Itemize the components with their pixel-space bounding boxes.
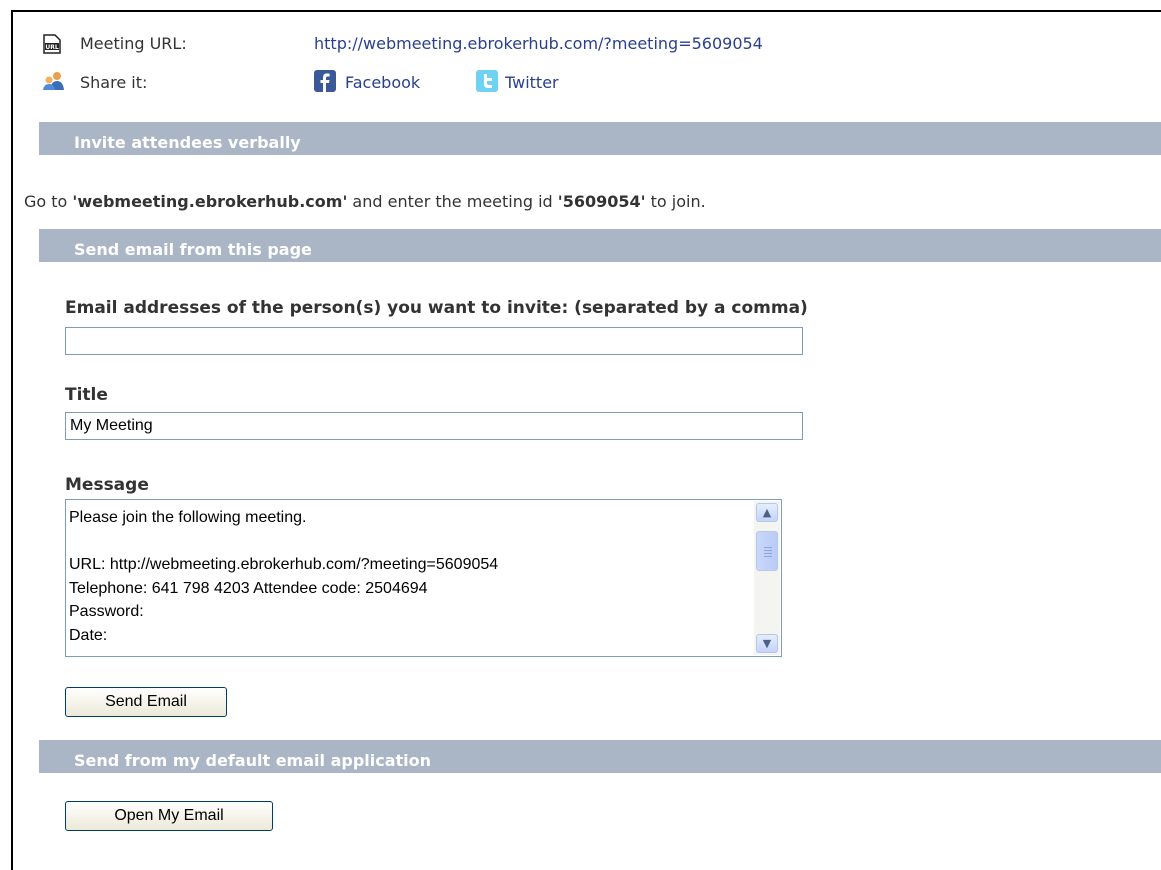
twitter-link[interactable]: Twitter bbox=[505, 73, 559, 92]
email-addresses-input[interactable] bbox=[65, 327, 803, 355]
message-label: Message bbox=[65, 475, 149, 495]
open-my-email-button[interactable]: Open My Email bbox=[65, 801, 273, 831]
url-icon: URL bbox=[42, 34, 62, 58]
svg-text:URL: URL bbox=[45, 44, 58, 51]
scroll-thumb[interactable] bbox=[756, 531, 778, 571]
section-header-default-app: Send from my default email application bbox=[39, 740, 1161, 773]
message-textarea[interactable]: Please join the following meeting. URL: … bbox=[65, 499, 782, 657]
verbal-site: 'webmeeting.ebrokerhub.com' bbox=[72, 192, 348, 211]
verbal-instructions: Go to 'webmeeting.ebrokerhub.com' and en… bbox=[24, 192, 706, 211]
twitter-icon[interactable] bbox=[476, 70, 498, 96]
meeting-url-link[interactable]: http://webmeeting.ebrokerhub.com/?meetin… bbox=[314, 34, 763, 53]
title-label: Title bbox=[65, 385, 108, 405]
message-scrollbar[interactable]: ▲ ▼ bbox=[754, 501, 780, 655]
verbal-meeting-id: '5609054' bbox=[557, 192, 646, 211]
scroll-down-icon[interactable]: ▼ bbox=[756, 634, 778, 653]
verbal-text-1: Go to bbox=[24, 192, 73, 211]
section-header-verbal: Invite attendees verbally bbox=[39, 122, 1161, 155]
verbal-text-3: to join. bbox=[645, 192, 706, 211]
share-people-icon bbox=[42, 71, 66, 95]
facebook-icon[interactable] bbox=[314, 70, 336, 96]
meeting-url-label: Meeting URL: bbox=[80, 34, 187, 53]
share-label: Share it: bbox=[80, 73, 148, 92]
message-text[interactable]: Please join the following meeting. URL: … bbox=[69, 506, 752, 654]
title-input[interactable] bbox=[65, 412, 803, 440]
send-email-button[interactable]: Send Email bbox=[65, 687, 227, 717]
facebook-link[interactable]: Facebook bbox=[345, 73, 420, 92]
emails-label: Email addresses of the person(s) you wan… bbox=[65, 298, 808, 318]
scroll-up-icon[interactable]: ▲ bbox=[756, 503, 778, 522]
section-header-email-page: Send email from this page bbox=[39, 229, 1161, 262]
verbal-text-2: and enter the meeting id bbox=[347, 192, 558, 211]
